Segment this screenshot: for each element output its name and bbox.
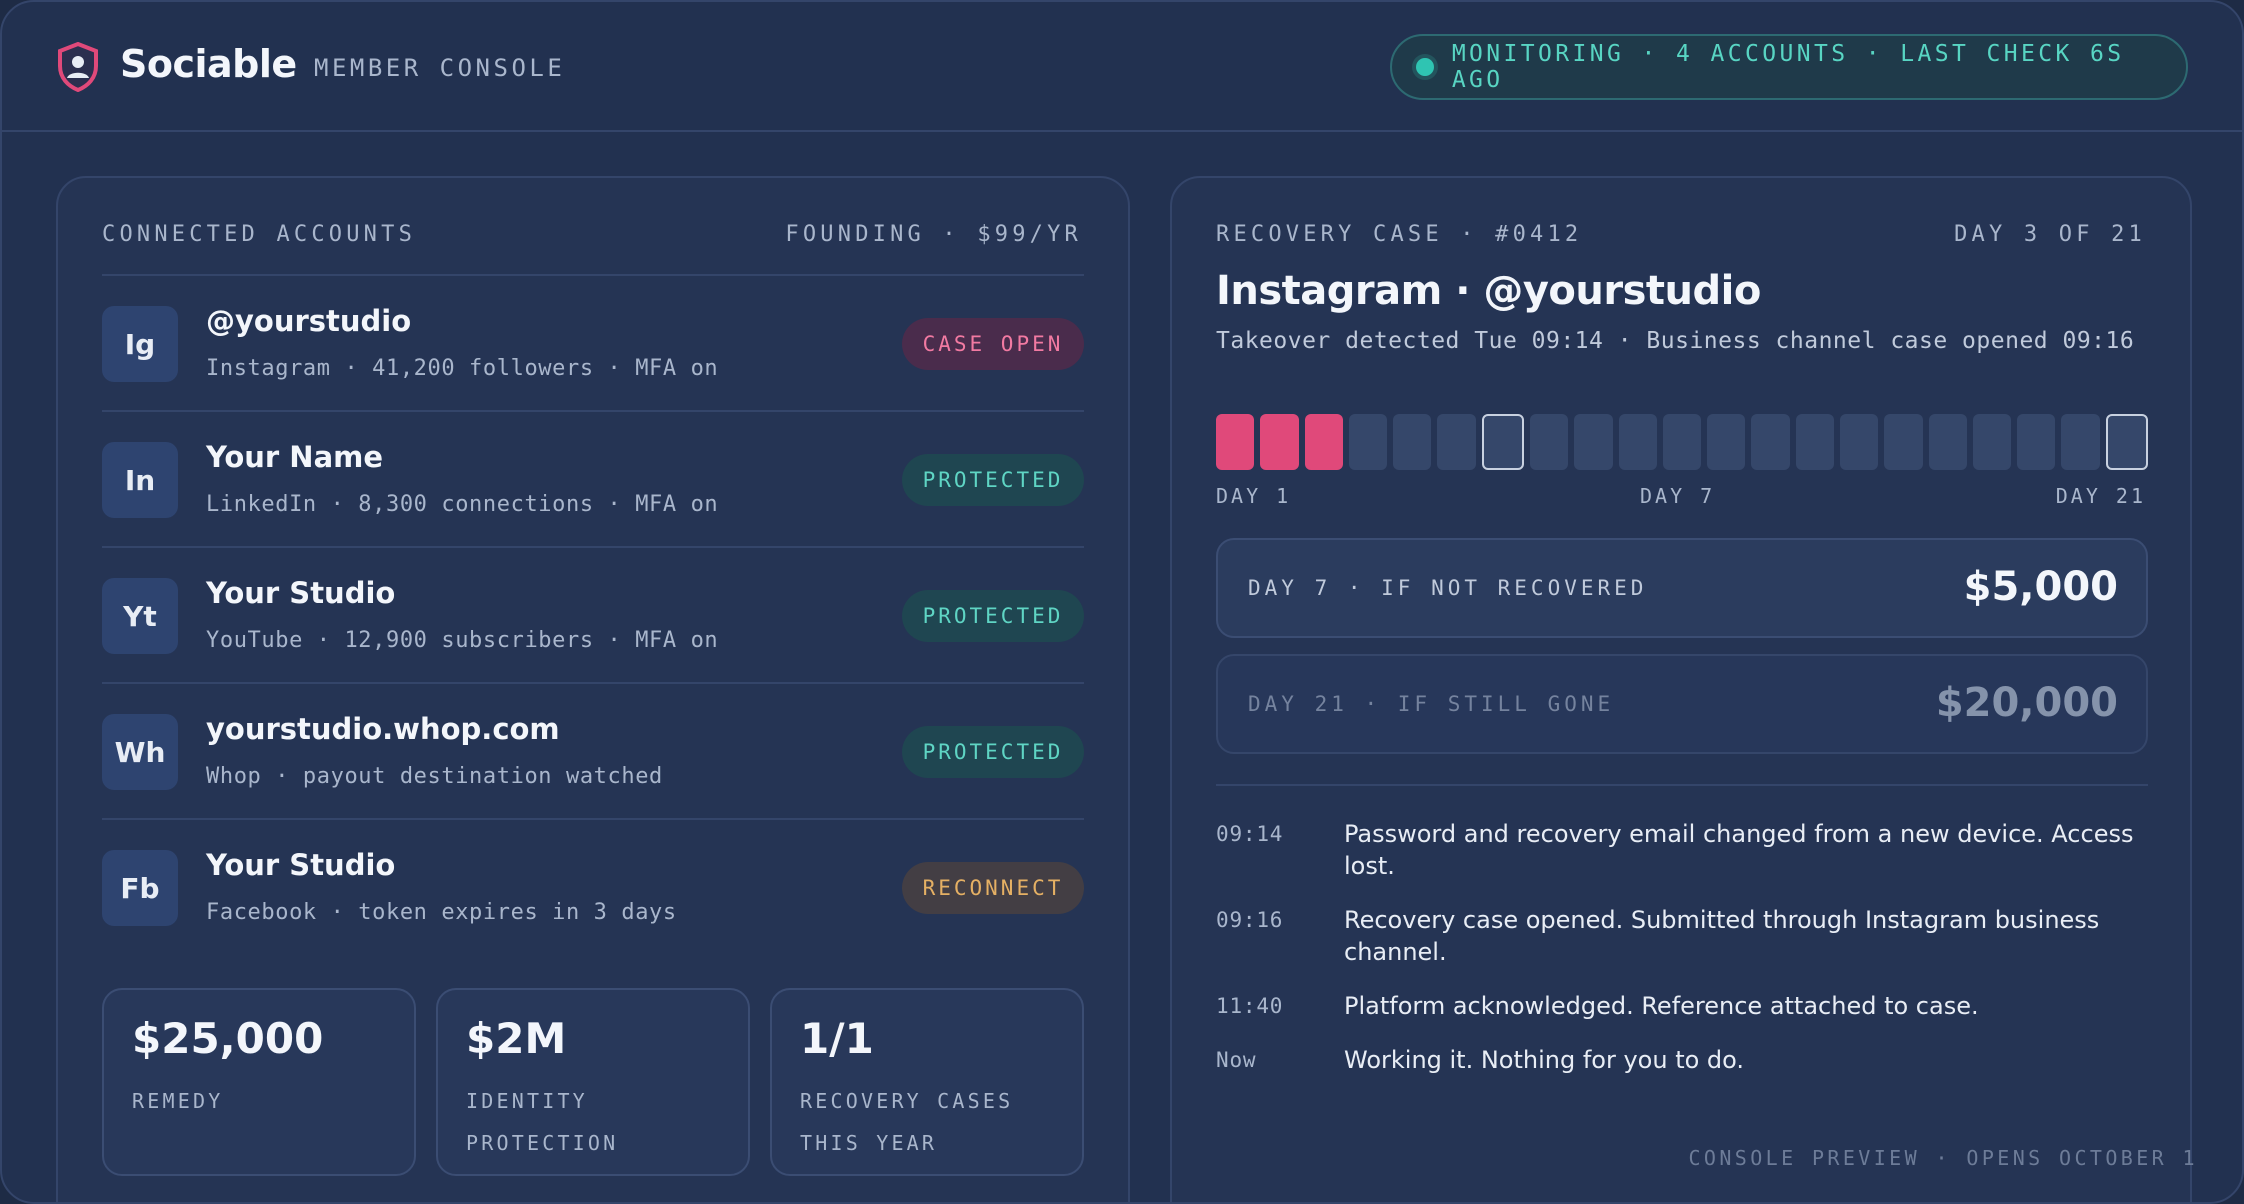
log-entry: 09:16 Recovery case opened. Submitted th… [1216,904,2148,968]
day-cell-1 [1216,414,1255,470]
day-progress-track [1216,414,2148,470]
account-meta: YouTube · 12,900 subscribers · MFA on [206,628,719,653]
axis-label-end: DAY 21 [2055,484,2146,508]
day-cell-8 [1529,414,1569,470]
shield-user-icon [58,42,98,92]
account-name: Your Studio [206,576,396,610]
log-text: Platform acknowledged. Reference attache… [1344,992,1979,1020]
day-cell-5 [1393,414,1432,470]
log-text: Recovery case opened. Submitted through … [1344,906,2100,966]
case-activity-log: 09:14 Password and recovery email change… [1216,818,2148,1098]
log-time: Now [1216,1048,1257,1072]
day-cell-16 [1884,414,1923,470]
stat-card-identity-protection: $2M IDENTITY PROTECTION [436,988,750,1176]
day-cell-2 [1260,414,1299,470]
stat-value: 1/1 [800,1014,874,1063]
log-time: 09:16 [1216,908,1284,932]
status-badge-case-open[interactable]: CASE OPEN [902,318,1084,370]
accounts-list: Ig @yourstudio Instagram · 41,200 follow… [102,274,1084,956]
day-cell-14 [1795,414,1834,470]
console-label: MEMBER CONSOLE [314,54,566,82]
account-row-instagram[interactable]: Ig @yourstudio Instagram · 41,200 follow… [102,276,1084,412]
account-name: @yourstudio [206,304,412,338]
payout-label: DAY 7 · IF NOT RECOVERED [1248,576,1648,600]
account-name: Your Name [206,440,384,474]
day-cell-20 [2061,414,2100,470]
day-cell-15 [1839,414,1879,470]
status-badge-protected: PROTECTED [902,454,1084,506]
account-row-linkedin[interactable]: In Your Name LinkedIn · 8,300 connection… [102,412,1084,548]
account-meta: LinkedIn · 8,300 connections · MFA on [206,492,719,517]
youtube-icon: Yt [102,578,178,654]
case-id: RECOVERY CASE · #0412 [1216,222,1583,247]
day-cell-9 [1574,414,1613,470]
account-name: Your Studio [206,848,396,882]
account-meta: Facebook · token expires in 3 days [206,900,677,925]
log-entry: Now Working it. Nothing for you to do. [1216,1044,2148,1076]
payout-day-7: DAY 7 · IF NOT RECOVERED $5,000 [1216,538,2148,638]
day-cell-13 [1751,414,1790,470]
day-cell-7 [1481,414,1524,470]
stat-label: IDENTITY PROTECTION [466,1089,619,1155]
reconnect-button[interactable]: RECONNECT [902,862,1084,914]
stat-label: RECOVERY CASES THIS YEAR [800,1089,1014,1155]
case-progress: DAY 3 OF 21 [1954,222,2146,247]
case-heading: Instagram · @yourstudio [1216,268,1761,314]
status-dot-icon [1416,58,1434,76]
day-cell-3 [1304,414,1343,470]
day-cell-17 [1928,414,1967,470]
log-entry: 09:14 Password and recovery email change… [1216,818,2148,882]
day-cell-10 [1618,414,1657,470]
account-row-whop[interactable]: Wh yourstudio.whop.com Whop · payout des… [102,684,1084,820]
status-badge-protected: PROTECTED [902,726,1084,778]
divider [1216,784,2148,786]
monitoring-status-pill[interactable]: MONITORING · 4 ACCOUNTS · LAST CHECK 6S … [1390,34,2188,100]
day-cell-11 [1662,414,1702,470]
app-header: Sociable MEMBER CONSOLE MONITORING · 4 A… [2,2,2242,132]
monitoring-status-text: MONITORING · 4 ACCOUNTS · LAST CHECK 6S … [1451,41,2125,93]
stat-value: $25,000 [132,1014,324,1063]
log-text: Working it. Nothing for you to do. [1344,1046,1745,1074]
facebook-icon: Fb [102,850,178,926]
stat-card-remedy: $25,000 REMEDY [102,988,416,1176]
account-row-facebook[interactable]: Fb Your Studio Facebook · token expires … [102,820,1084,956]
payout-amount: $5,000 [1963,564,2118,610]
axis-label-start: DAY 1 [1216,484,1292,508]
log-time: 09:14 [1216,822,1284,846]
brand-name: Sociable [120,42,297,86]
log-time: 11:40 [1216,994,1284,1018]
log-entry: 11:40 Platform acknowledged. Reference a… [1216,990,2148,1022]
stat-label: REMEDY [132,1089,224,1113]
footer-note: CONSOLE PREVIEW · OPENS OCTOBER 1 [1688,1146,2198,1170]
connected-accounts-panel: CONNECTED ACCOUNTS FOUNDING · $99/YR Ig … [56,176,1130,1202]
axis-label-mid: DAY 7 [1640,484,1716,508]
stat-value: $2M [466,1014,567,1063]
linkedin-icon: In [102,442,178,518]
case-subheading: Takeover detected Tue 09:14 · Business c… [1216,328,2135,354]
account-name: yourstudio.whop.com [206,712,560,746]
day-cell-6 [1437,414,1476,470]
account-meta: Instagram · 41,200 followers · MFA on [206,356,719,381]
member-console-window: Sociable MEMBER CONSOLE MONITORING · 4 A… [0,0,2244,1204]
stat-card-recovery-cases: 1/1 RECOVERY CASES THIS YEAR [770,988,1084,1176]
recovery-case-panel: RECOVERY CASE · #0412 DAY 3 OF 21 Instag… [1170,176,2195,1202]
status-badge-protected: PROTECTED [902,590,1084,642]
instagram-icon: Ig [102,306,178,382]
payout-amount: $20,000 [1935,680,2118,726]
panel-title: CONNECTED ACCOUNTS [102,222,417,247]
log-text: Password and recovery email changed from… [1344,820,2134,880]
payout-label: DAY 21 · IF STILL GONE [1248,692,1615,716]
payout-day-21: DAY 21 · IF STILL GONE $20,000 [1216,654,2148,754]
day-cell-4 [1348,414,1388,470]
account-row-youtube[interactable]: Yt Your Studio YouTube · 12,900 subscrib… [102,548,1084,684]
account-meta: Whop · payout destination watched [206,764,663,789]
day-cell-19 [2017,414,2056,470]
plan-label: FOUNDING · $99/YR [785,222,1082,247]
day-cell-18 [1972,414,2012,470]
day-cell-12 [1707,414,1746,470]
day-cell-21 [2105,414,2148,470]
whop-icon: Wh [102,714,178,790]
